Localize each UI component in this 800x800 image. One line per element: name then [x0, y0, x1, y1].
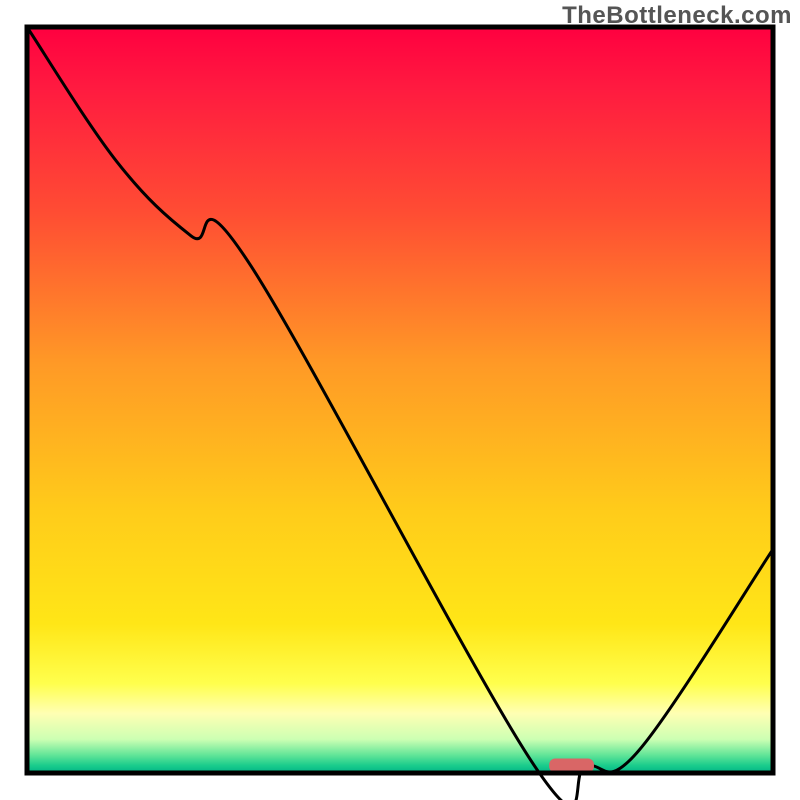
watermark-text: TheBottleneck.com	[562, 2, 792, 30]
optimal-marker	[549, 759, 594, 773]
plot-background	[27, 27, 773, 773]
bottleneck-chart	[0, 0, 800, 800]
chart-container: { "watermark": "TheBottleneck.com", "cha…	[0, 0, 800, 800]
